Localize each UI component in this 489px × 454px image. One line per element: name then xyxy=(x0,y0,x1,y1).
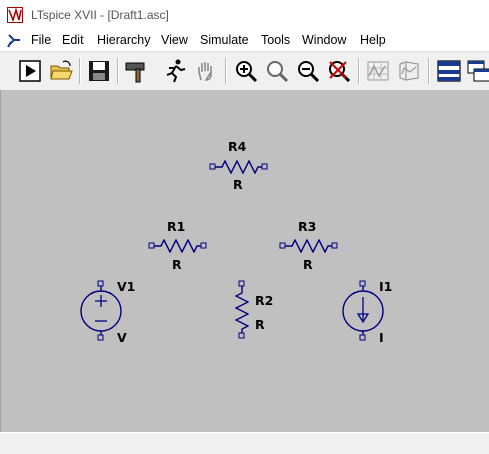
menu-help[interactable]: Help xyxy=(360,33,386,47)
resistor-r2[interactable] xyxy=(235,280,249,340)
schematic-canvas[interactable]: R4 R R1 R R3 R R2 R V1 V I1 I xyxy=(0,90,489,432)
menu-hierarchy[interactable]: Hierarchy xyxy=(97,33,151,47)
window-title: LTspice XVII - [Draft1.asc] xyxy=(31,8,169,22)
toolbar-separator xyxy=(79,58,81,84)
ltspice-logo-icon xyxy=(7,7,23,23)
menu-bar: File Edit Hierarchy View Simulate Tools … xyxy=(0,31,489,51)
resistor-r2-value: R xyxy=(255,317,265,332)
resistor-r4-ref: R4 xyxy=(228,139,247,154)
toolbar xyxy=(0,51,489,91)
menu-simulate[interactable]: Simulate xyxy=(200,33,249,47)
toolbar-separator xyxy=(428,58,430,84)
toolbar-separator xyxy=(225,58,227,84)
voltage-source-v1-value: V xyxy=(117,330,127,345)
hand-icon[interactable] xyxy=(193,58,219,84)
resistor-r1-value: R xyxy=(172,257,182,272)
run-icon[interactable] xyxy=(17,58,43,84)
resistor-r4-value: R xyxy=(233,177,243,192)
resistor-r3-value: R xyxy=(303,257,313,272)
zoom-in-icon[interactable] xyxy=(233,58,259,84)
window-cascade-icon[interactable] xyxy=(466,58,489,84)
toolbar-separator xyxy=(117,58,119,84)
menu-window[interactable]: Window xyxy=(302,33,346,47)
current-source-i1-ref: I1 xyxy=(379,279,393,294)
menu-edit[interactable]: Edit xyxy=(62,33,84,47)
hammer-icon[interactable] xyxy=(124,58,150,84)
toolbar-separator xyxy=(358,58,360,84)
current-source-i1-value: I xyxy=(379,330,384,345)
menu-file[interactable]: File xyxy=(31,33,51,47)
runner-icon[interactable] xyxy=(162,58,188,84)
zoom-out-icon[interactable] xyxy=(295,58,321,84)
window-tile-icon[interactable] xyxy=(436,58,462,84)
zoom-cancel-icon[interactable] xyxy=(326,58,352,84)
open-folder-icon[interactable] xyxy=(48,58,74,84)
resistor-r3[interactable] xyxy=(279,239,339,253)
status-bar xyxy=(0,432,489,454)
voltage-source-v1-ref: V1 xyxy=(117,279,136,294)
menu-view[interactable]: View xyxy=(161,33,188,47)
resistor-r1[interactable] xyxy=(148,239,208,253)
resistor-r4[interactable] xyxy=(209,160,269,174)
zoom-fit-icon[interactable] xyxy=(264,58,290,84)
resistor-r2-ref: R2 xyxy=(255,293,274,308)
resistor-r1-ref: R1 xyxy=(167,219,186,234)
resistor-r3-ref: R3 xyxy=(298,219,317,234)
system-menu-icon[interactable] xyxy=(6,33,22,49)
save-icon[interactable] xyxy=(86,58,112,84)
waveform-cursor-icon[interactable] xyxy=(396,58,422,84)
menu-tools[interactable]: Tools xyxy=(261,33,290,47)
waveform-icon[interactable] xyxy=(365,58,391,84)
title-bar: LTspice XVII - [Draft1.asc] xyxy=(0,0,489,31)
